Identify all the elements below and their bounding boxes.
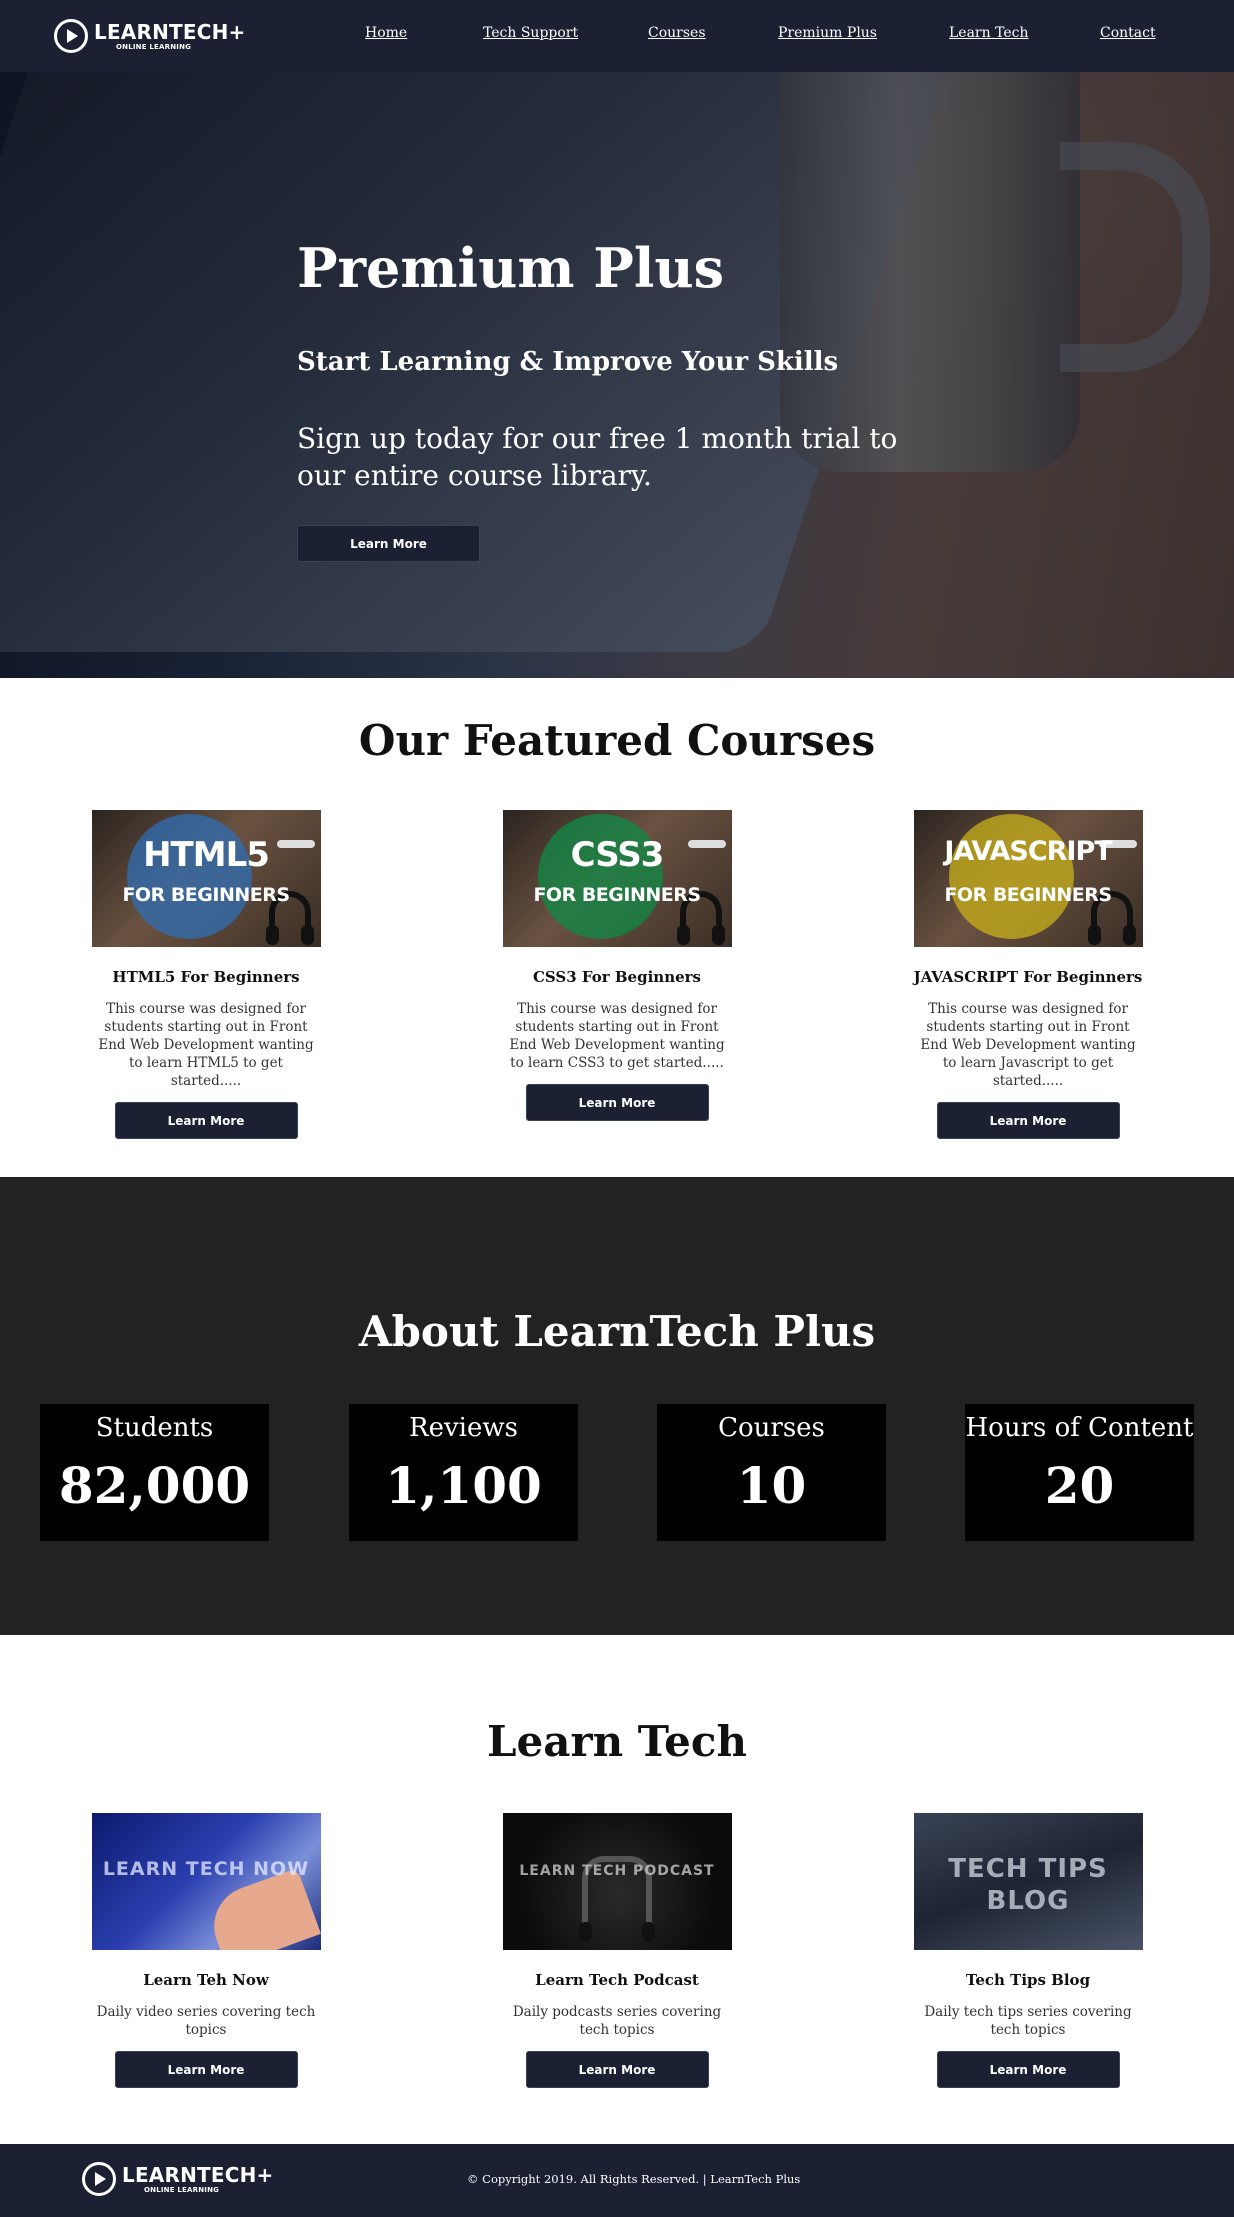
- course-description: This course was designed for students st…: [920, 1001, 1136, 1089]
- footer: LEARNTECH+ ONLINE LEARNING © Copyright 2…: [0, 2144, 1234, 2217]
- stat-label: Courses: [718, 1413, 825, 1443]
- course-thumbnail[interactable]: CSS3 FOR BEGINNERS: [502, 810, 732, 947]
- course-learn-more-button[interactable]: Learn More: [114, 1102, 298, 1139]
- learn-tech-item-title: Tech Tips Blog: [965, 1971, 1091, 1989]
- learn-tech-thumbnail[interactable]: LEARN TECH PODCAST: [502, 1813, 732, 1950]
- about-section: About LearnTech Plus Students 82,000 Rev…: [0, 1177, 1234, 1635]
- hero-section: Premium Plus Start Learning & Improve Yo…: [0, 72, 1234, 678]
- learn-tech-card: LEARN TECH NOW Learn Teh Now Daily video…: [56, 1813, 356, 2088]
- nav-link-learn-tech[interactable]: Learn Tech: [949, 25, 1028, 41]
- course-learn-more-button[interactable]: Learn More: [525, 1084, 709, 1121]
- learn-tech-item-title: Learn Teh Now: [143, 1971, 269, 1989]
- learn-tech-item-description: Daily podcasts series covering tech topi…: [512, 2004, 722, 2038]
- course-card: JAVASCRIPT FOR BEGINNERS JAVASCRIPT For …: [878, 810, 1178, 1139]
- play-circle-icon: [82, 2162, 116, 2196]
- hero-title: Premium Plus: [297, 236, 725, 300]
- learn-tech-learn-more-button[interactable]: Learn More: [936, 2051, 1120, 2088]
- learn-tech-learn-more-button[interactable]: Learn More: [525, 2051, 709, 2088]
- stat-label: Reviews: [409, 1413, 518, 1443]
- brand-tagline: ONLINE LEARNING: [144, 2185, 220, 2194]
- stat-box-students: Students 82,000: [40, 1404, 269, 1541]
- course-thumbnail[interactable]: JAVASCRIPT FOR BEGINNERS: [913, 810, 1143, 947]
- hero-text: Sign up today for our free 1 month trial…: [297, 422, 898, 492]
- nav-link-premium-plus[interactable]: Premium Plus: [778, 25, 877, 41]
- course-description: This course was designed for students st…: [98, 1001, 314, 1089]
- learn-tech-section: Learn Tech LEARN TECH NOW Learn Teh Now …: [0, 1635, 1234, 2144]
- play-circle-icon: [54, 19, 88, 53]
- footer-logo[interactable]: LEARNTECH+ ONLINE LEARNING: [82, 2162, 274, 2196]
- about-title: About LearnTech Plus: [358, 1307, 876, 1356]
- learn-tech-card: TECH TIPS BLOG Tech Tips Blog Daily tech…: [878, 1813, 1178, 2088]
- learn-tech-learn-more-button[interactable]: Learn More: [114, 2051, 298, 2088]
- brand-tagline: ONLINE LEARNING: [116, 42, 192, 51]
- stat-box-hours: Hours of Content 20: [965, 1404, 1194, 1541]
- stat-label: Students: [95, 1413, 214, 1443]
- course-thumbnail[interactable]: HTML5 FOR BEGINNERS: [91, 810, 321, 947]
- nav-link-tech-support[interactable]: Tech Support: [483, 25, 578, 41]
- course-card: HTML5 FOR BEGINNERS HTML5 For Beginners …: [56, 810, 356, 1139]
- top-nav: LEARNTECH+ ONLINE LEARNING Home Tech Sup…: [0, 0, 1234, 72]
- learn-tech-thumbnail[interactable]: LEARN TECH NOW: [91, 1813, 321, 1950]
- stat-box-reviews: Reviews 1,100: [349, 1404, 578, 1541]
- stat-label: Hours of Content: [965, 1413, 1194, 1443]
- hero-learn-more-button[interactable]: Learn More: [297, 525, 480, 562]
- learn-tech-title: Learn Tech: [486, 1717, 748, 1766]
- course-description: This course was designed for students st…: [509, 1001, 725, 1071]
- brand-name: LEARNTECH+: [94, 19, 246, 44]
- footer-copyright: © Copyright 2019. All Rights Reserved. |…: [467, 2172, 801, 2186]
- stat-value: 1,100: [385, 1456, 542, 1515]
- learn-tech-item-title: Learn Tech Podcast: [535, 1971, 699, 1989]
- hero-subtitle: Start Learning & Improve Your Skills: [297, 347, 839, 377]
- featured-courses-title: Our Featured Courses: [358, 716, 876, 765]
- stat-box-courses: Courses 10: [657, 1404, 886, 1541]
- stat-value: 20: [1044, 1456, 1115, 1515]
- course-title: CSS3 For Beginners: [532, 968, 701, 986]
- course-card: CSS3 FOR BEGINNERS CSS3 For Beginners Th…: [467, 810, 767, 1121]
- nav-link-home[interactable]: Home: [365, 25, 407, 41]
- learn-tech-card: LEARN TECH PODCAST Learn Tech Podcast Da…: [467, 1813, 767, 2088]
- learn-tech-item-description: Daily video series covering tech topics: [96, 2004, 316, 2038]
- learn-tech-item-description: Daily tech tips series covering tech top…: [924, 2004, 1132, 2038]
- brand-logo[interactable]: LEARNTECH+ ONLINE LEARNING: [54, 19, 246, 53]
- featured-courses-section: Our Featured Courses HTML5 FOR BEGINNERS…: [0, 678, 1234, 1177]
- nav-link-contact[interactable]: Contact: [1100, 25, 1156, 41]
- stat-value: 82,000: [58, 1456, 251, 1515]
- brand-name: LEARNTECH+: [122, 2162, 274, 2187]
- learn-tech-thumbnail[interactable]: TECH TIPS BLOG: [913, 1813, 1143, 1950]
- course-title: HTML5 For Beginners: [112, 968, 300, 986]
- nav-link-courses[interactable]: Courses: [648, 25, 706, 41]
- stat-value: 10: [736, 1456, 807, 1515]
- course-learn-more-button[interactable]: Learn More: [936, 1102, 1120, 1139]
- course-title: JAVASCRIPT For Beginners: [913, 968, 1143, 986]
